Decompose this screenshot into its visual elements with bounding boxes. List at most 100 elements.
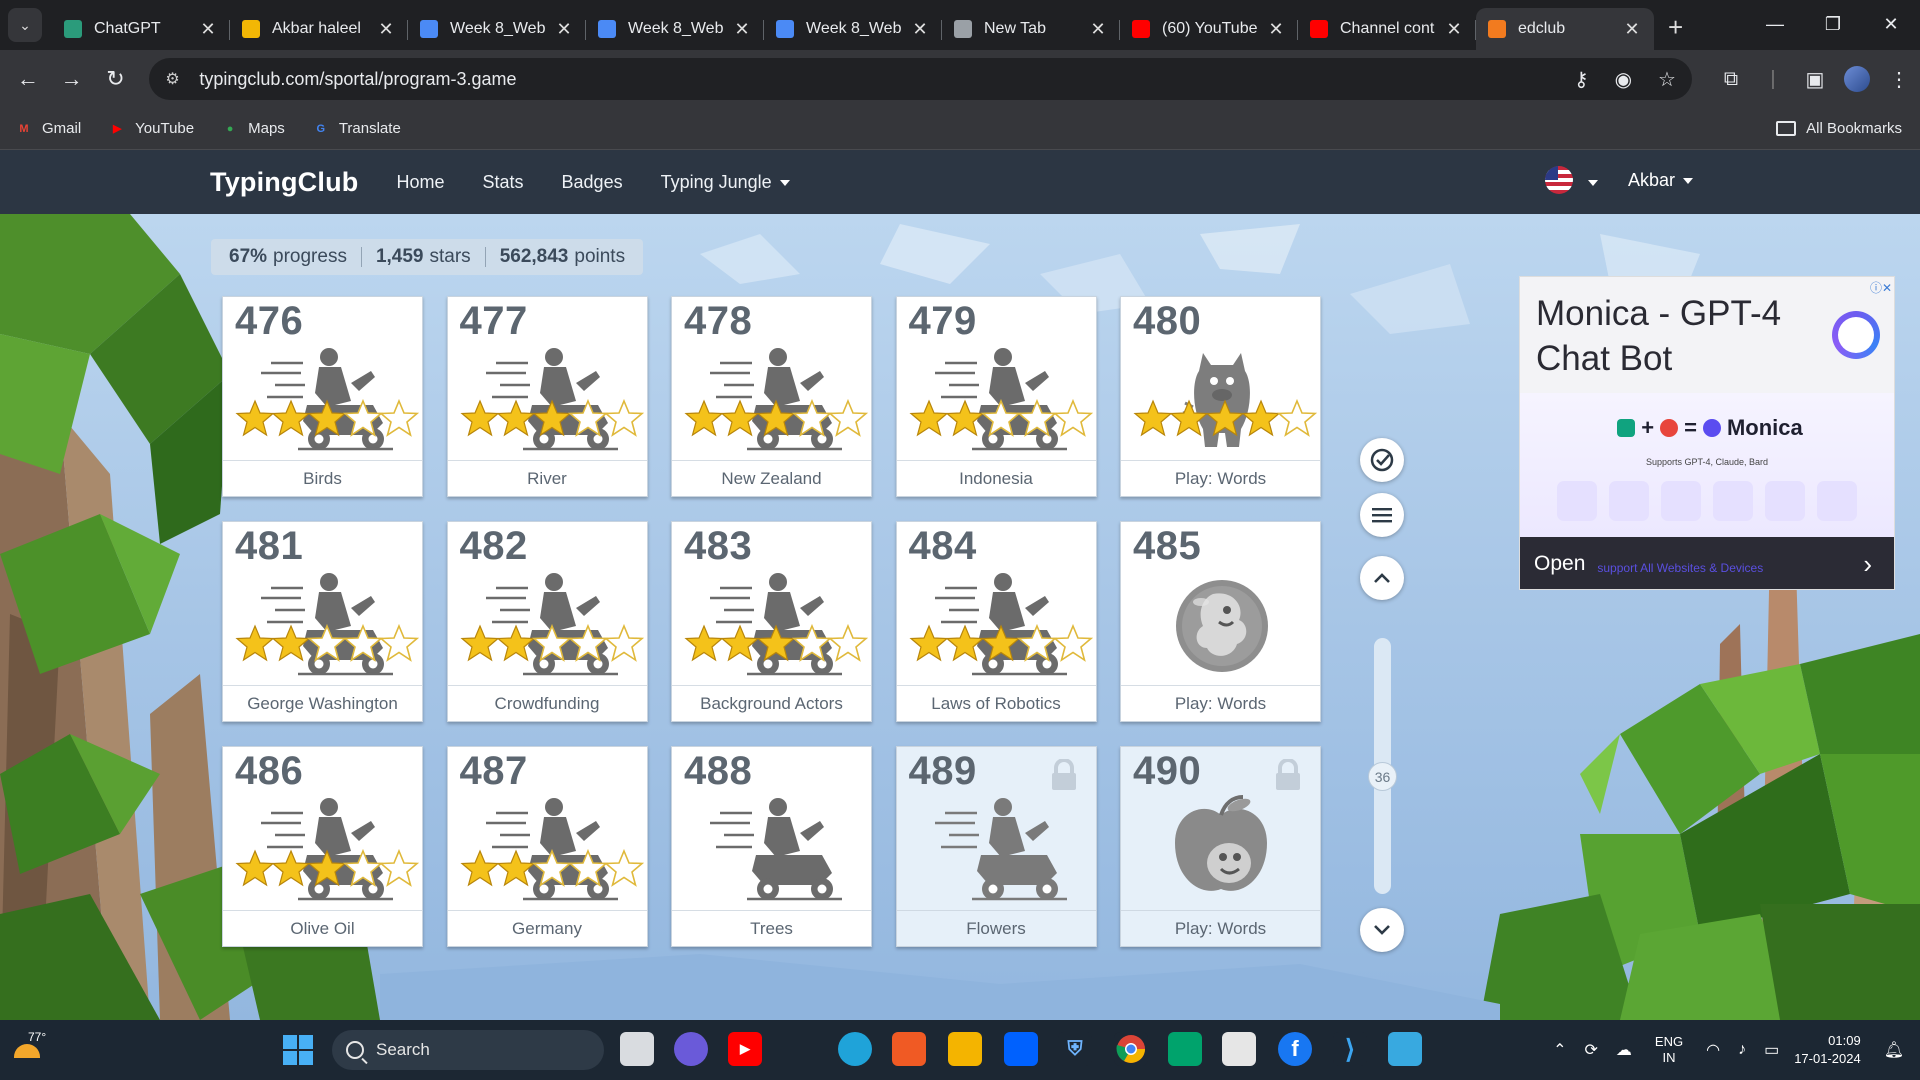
bookmark-item[interactable]: M Gmail	[14, 120, 81, 137]
tab-close-icon[interactable]: ✕	[1622, 19, 1642, 40]
notepad-icon[interactable]	[1388, 1032, 1422, 1066]
lesson-card[interactable]: 476 Birds	[222, 296, 423, 497]
lesson-card[interactable]: 481 George Washington	[222, 521, 423, 722]
defender-icon[interactable]: ⛨	[1058, 1032, 1092, 1066]
user-menu[interactable]: Akbar	[1628, 170, 1694, 191]
address-bar[interactable]: ⚙ typingclub.com/sportal/program-3.game …	[149, 58, 1692, 100]
minimize-button[interactable]: —	[1746, 0, 1804, 48]
scroll-down-button[interactable]	[1360, 908, 1404, 952]
lesson-card[interactable]: 478 New Zealand	[671, 296, 872, 497]
scroll-thumb[interactable]: 36	[1368, 762, 1397, 791]
bookmark-item[interactable]: ▶ YouTube	[107, 120, 194, 137]
tab-close-icon[interactable]: ✕	[1088, 19, 1108, 40]
browser-tab[interactable]: Week 8_Web ✕	[764, 8, 942, 50]
meet-video-icon[interactable]	[1168, 1032, 1202, 1066]
battery-icon[interactable]: ▭	[1764, 1040, 1779, 1060]
nav-stats[interactable]: Stats	[483, 172, 524, 193]
ad-close-icon[interactable]: ⓘ✕	[1870, 279, 1892, 296]
ad-footer[interactable]: Open support All Websites & Devices ›	[1520, 537, 1894, 589]
check-progress-button[interactable]	[1360, 438, 1404, 482]
cloud-off-icon[interactable]: ☁	[1616, 1040, 1632, 1060]
tab-close-icon[interactable]: ✕	[910, 19, 930, 40]
browser-menu-icon[interactable]: ⋮	[1878, 67, 1920, 92]
wifi-icon[interactable]: ◠	[1706, 1040, 1720, 1060]
lesson-scrollbar[interactable]: 36	[1368, 638, 1397, 894]
lesson-card[interactable]: 485 Play: Words	[1120, 521, 1321, 722]
side-panel-icon[interactable]: ▣	[1794, 67, 1836, 92]
tab-close-icon[interactable]: ✕	[376, 19, 396, 40]
close-window-button[interactable]: ✕	[1862, 0, 1920, 48]
back-button[interactable]: ←	[6, 57, 50, 101]
scroll-up-button[interactable]	[1360, 556, 1404, 600]
bookmark-star-icon[interactable]: ☆	[1658, 67, 1676, 92]
tab-close-icon[interactable]: ✕	[732, 19, 752, 40]
forward-button[interactable]: →	[50, 57, 94, 101]
extensions-icon[interactable]: ⧉	[1710, 68, 1752, 91]
tab-close-icon[interactable]: ✕	[198, 19, 218, 40]
clock[interactable]: 01:09 17-01-2024	[1794, 1032, 1861, 1068]
windows-start-icon[interactable]	[283, 1035, 313, 1065]
notification-bell-icon[interactable]: 🔔︎	[1884, 1040, 1904, 1060]
nav-badges[interactable]: Badges	[562, 172, 623, 193]
lesson-card[interactable]: 489 Flowers	[895, 746, 1097, 947]
restore-button[interactable]: ❐	[1804, 0, 1862, 48]
dropbox-icon[interactable]	[1004, 1032, 1038, 1066]
browser-tab[interactable]: New Tab ✕	[942, 8, 1120, 50]
chevron-right-icon[interactable]: ›	[1863, 549, 1872, 580]
browser-tab[interactable]: ChatGPT ✕	[52, 8, 230, 50]
taskbar-search[interactable]: Search	[332, 1030, 604, 1070]
tab-close-icon[interactable]: ✕	[554, 19, 574, 40]
tracking-eye-icon[interactable]: ◉	[1615, 67, 1632, 92]
facebook-icon[interactable]: f	[1278, 1032, 1312, 1066]
language-indicator[interactable]: ENG IN	[1655, 1034, 1683, 1066]
new-tab-button[interactable]: +	[1668, 12, 1683, 42]
site-logo[interactable]: TypingClub	[210, 167, 358, 198]
lesson-card[interactable]: 482 Crowdfunding	[446, 521, 648, 722]
bookmark-item[interactable]: ● Maps	[220, 120, 285, 137]
browser-tab[interactable]: Akbar haleel ✕	[230, 8, 408, 50]
language-flag-icon[interactable]	[1545, 166, 1573, 194]
lesson-card[interactable]: 480 Play: Words	[1120, 296, 1321, 497]
all-bookmarks-button[interactable]: All Bookmarks	[1776, 120, 1902, 137]
tab-close-icon[interactable]: ✕	[1444, 19, 1464, 40]
browser-tab[interactable]: Channel cont ✕	[1298, 8, 1476, 50]
chrome-taskbar-icon[interactable]	[1114, 1032, 1148, 1066]
browser-tab[interactable]: Week 8_Web ✕	[408, 8, 586, 50]
lesson-card[interactable]: 483 Background Actors	[671, 521, 872, 722]
file-explorer-icon[interactable]	[948, 1032, 982, 1066]
nav-typing-jungle[interactable]: Typing Jungle	[661, 172, 790, 193]
browser-tab[interactable]: edclub ✕	[1476, 8, 1654, 50]
sync-icon[interactable]: ⟳	[1585, 1040, 1598, 1060]
lesson-card[interactable]: 484 Laws of Robotics	[895, 521, 1097, 722]
lesson-card[interactable]: 486 Olive Oil	[222, 746, 423, 947]
browser-tab[interactable]: (60) YouTube ✕	[1120, 8, 1298, 50]
task-view-icon[interactable]	[620, 1032, 654, 1066]
tab-search-button[interactable]: ⌄	[8, 8, 42, 42]
chevron-down-icon[interactable]	[1588, 180, 1598, 186]
reload-button[interactable]: ↻	[94, 57, 138, 101]
ad-open-button[interactable]: Open	[1534, 552, 1585, 576]
store-icon[interactable]	[1222, 1032, 1256, 1066]
password-key-icon[interactable]: ⚷	[1574, 67, 1589, 92]
browser-tab[interactable]: Week 8_Web ✕	[586, 8, 764, 50]
list-menu-button[interactable]	[1360, 493, 1404, 537]
lesson-card[interactable]: 479 Indonesia	[895, 296, 1097, 497]
lesson-card[interactable]: 490 Play: Words	[1120, 746, 1321, 947]
site-info-icon[interactable]: ⚙	[165, 69, 185, 89]
edge-icon[interactable]	[838, 1032, 872, 1066]
lesson-card[interactable]: 477 River	[446, 296, 648, 497]
weather-widget[interactable]: 77°	[10, 1030, 50, 1070]
nav-home[interactable]: Home	[396, 172, 444, 193]
chevron-up-icon[interactable]: ⌃	[1553, 1040, 1566, 1060]
brave-icon[interactable]	[892, 1032, 926, 1066]
lesson-card[interactable]: 488 Trees	[671, 746, 872, 947]
vscode-icon[interactable]: ⟩	[1333, 1032, 1367, 1066]
youtube-app-icon[interactable]: ▶	[728, 1032, 762, 1066]
lesson-card[interactable]: 487 Germany	[446, 746, 648, 947]
profile-avatar[interactable]	[1843, 66, 1870, 92]
bookmark-item[interactable]: G Translate	[311, 120, 401, 137]
advertisement[interactable]: ⓘ✕ Monica - GPT-4 Chat Bot + = Monica Su…	[1519, 276, 1895, 590]
tab-close-icon[interactable]: ✕	[1266, 19, 1286, 40]
volume-icon[interactable]: ♪	[1738, 1041, 1746, 1059]
meet-icon[interactable]	[674, 1032, 708, 1066]
